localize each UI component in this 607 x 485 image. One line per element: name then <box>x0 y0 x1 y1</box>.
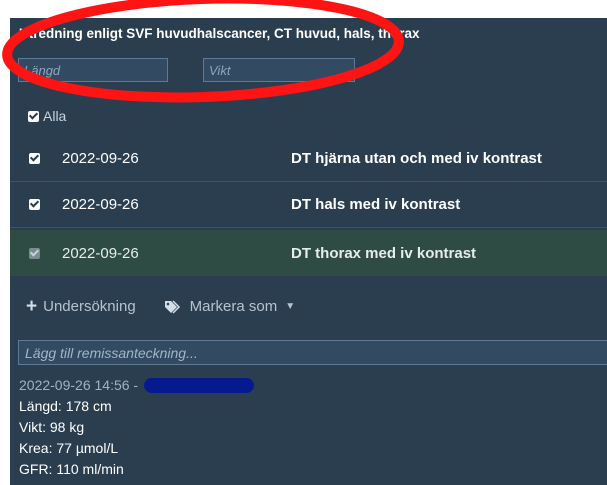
exam-name: DT thorax med iv kontrast <box>291 244 477 262</box>
note-line-weight: Vikt: 98 kg <box>19 419 85 435</box>
weight-field[interactable] <box>203 58 355 82</box>
caret-down-icon: ▼ <box>285 301 296 312</box>
tag-icon <box>164 299 180 314</box>
annotation-ring <box>2 0 404 103</box>
add-exam-button[interactable]: + Undersökning <box>26 296 136 317</box>
plus-icon: + <box>26 296 38 317</box>
select-all-checkbox[interactable]: Alla <box>28 108 66 124</box>
checkbox-icon[interactable] <box>29 153 40 164</box>
note-timestamp: 2022-09-26 14:56 - <box>19 375 255 396</box>
exam-date: 2022-09-26 <box>62 244 139 262</box>
mark-as-label: Markera som <box>189 298 278 315</box>
add-exam-label: Undersökning <box>43 298 136 315</box>
exam-date: 2022-09-26 <box>62 196 139 213</box>
exam-name: DT hjärna utan och med iv kontrast <box>291 150 542 167</box>
exam-date: 2022-09-26 <box>62 150 139 167</box>
exam-row[interactable]: 2022-09-26 DT hals med iv kontrast <box>10 182 607 228</box>
exam-toolbar: + Undersökning Markera som ▼ <box>26 296 295 317</box>
referral-panel: Utredning enligt SVF huvudhalscancer, CT… <box>2 0 607 485</box>
panel-title: Utredning enligt SVF huvudhalscancer, CT… <box>19 26 420 41</box>
referral-note-input[interactable] <box>18 340 607 365</box>
mark-as-dropdown[interactable]: Markera som ▼ <box>164 298 295 315</box>
checkbox-icon <box>28 110 39 122</box>
exam-row-selected[interactable]: 2022-09-26 DT thorax med iv kontrast <box>10 230 607 276</box>
referral-note-entry: 2022-09-26 14:56 - Längd: 178 cm Vikt: 9… <box>19 375 255 480</box>
exam-name: DT hals med iv kontrast <box>291 196 461 213</box>
note-line-length: Längd: 178 cm <box>19 398 112 414</box>
select-all-label: Alla <box>43 108 67 124</box>
note-timestamp-text: 2022-09-26 14:56 - <box>19 377 139 393</box>
checkbox-icon[interactable] <box>29 247 40 259</box>
redacted-author <box>144 378 255 393</box>
length-field[interactable] <box>18 58 168 82</box>
note-line-gfr: GFR: 110 ml/min <box>19 461 124 477</box>
exam-row[interactable]: 2022-09-26 DT hjärna utan och med iv kon… <box>10 136 607 182</box>
checkbox-icon[interactable] <box>29 199 40 210</box>
note-line-creatinine: Krea: 77 µmol/L <box>19 440 119 456</box>
